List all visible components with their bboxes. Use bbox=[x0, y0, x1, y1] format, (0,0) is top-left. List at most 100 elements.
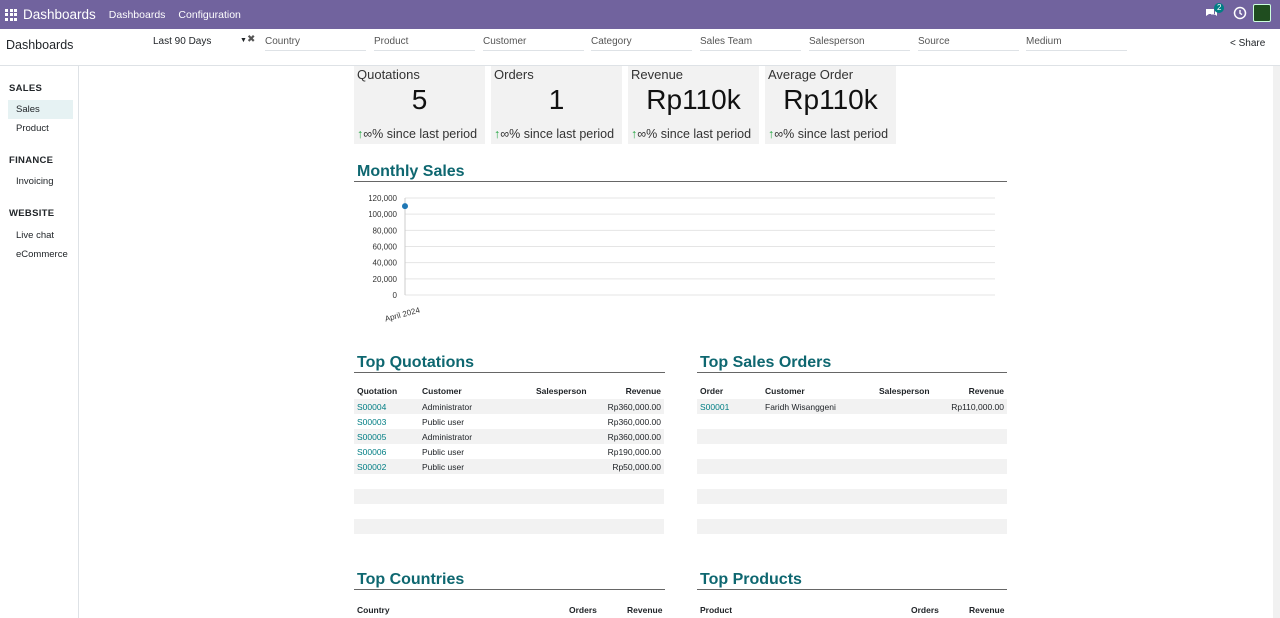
y-tick-label: 20,000 bbox=[373, 275, 398, 284]
table-cell: Rp190,000.00 bbox=[607, 447, 661, 457]
dashboard-sidebar: SALES Sales Product FINANCE Invoicing WE… bbox=[0, 66, 79, 618]
app-brand[interactable]: Dashboards bbox=[23, 7, 96, 22]
column-header-orders[interactable]: Orders bbox=[569, 605, 597, 615]
sidebar-item-live-chat[interactable]: Live chat bbox=[8, 226, 73, 245]
table-row-stripe bbox=[697, 429, 1007, 444]
table-cell: Rp50,000.00 bbox=[612, 462, 661, 472]
monthly-sales-chart[interactable]: 120,000 100,000 80,000 60,000 40,000 20,000 0 A… bbox=[369, 191, 1009, 326]
x-tick-label: April 2024 bbox=[384, 305, 422, 323]
record-link[interactable]: S00003 bbox=[357, 417, 386, 427]
chart-data-point[interactable] bbox=[402, 203, 408, 210]
record-link[interactable]: S00006 bbox=[357, 447, 386, 457]
sidebar-item-product[interactable]: Product bbox=[8, 119, 73, 138]
y-tick-label: 80,000 bbox=[373, 226, 398, 235]
menu-configuration[interactable]: Configuration bbox=[178, 9, 240, 21]
filter-country[interactable]: Country bbox=[265, 36, 366, 51]
column-header-country[interactable]: Country bbox=[357, 605, 390, 615]
kpi-value: 5 bbox=[411, 84, 428, 115]
column-header-revenue[interactable]: Revenue bbox=[947, 386, 1004, 396]
section-divider bbox=[354, 372, 665, 373]
sidebar-item-ecommerce[interactable]: eCommerce bbox=[8, 245, 73, 264]
kpi-trend: ↑∞% since last period bbox=[494, 127, 614, 141]
clear-filter-icon[interactable]: ✖ bbox=[247, 34, 255, 45]
messaging-icon[interactable]: 2 bbox=[1205, 3, 1225, 22]
table-cell: Rp360,000.00 bbox=[607, 432, 661, 442]
page-title: Dashboards bbox=[6, 38, 74, 52]
kpi-trend: ↑∞% since last period bbox=[357, 127, 477, 141]
column-header-orders[interactable]: Orders bbox=[911, 605, 939, 615]
table-row-stripe bbox=[697, 519, 1007, 534]
kpi-trend: ↑∞% since last period bbox=[631, 127, 751, 141]
filter-category[interactable]: Category bbox=[591, 36, 692, 51]
sidebar-item-invoicing[interactable]: Invoicing bbox=[8, 172, 73, 191]
messaging-count-badge: 2 bbox=[1214, 3, 1225, 13]
sidebar-group-website: WEBSITE bbox=[9, 208, 55, 219]
section-title-top-products: Top Products bbox=[700, 571, 802, 588]
share-label: Share bbox=[1238, 38, 1266, 49]
activity-clock-icon[interactable] bbox=[1233, 6, 1247, 20]
filter-customer[interactable]: Customer bbox=[483, 36, 584, 51]
table-cell: Faridh Wisanggeni bbox=[765, 402, 836, 412]
apps-menu-icon[interactable] bbox=[5, 8, 17, 21]
y-tick-label: 0 bbox=[393, 291, 398, 300]
table-cell: Administrator bbox=[422, 402, 473, 412]
user-avatar[interactable] bbox=[1253, 4, 1271, 22]
share-button[interactable]: < Share bbox=[1230, 38, 1265, 49]
column-header-quotation[interactable]: Quotation bbox=[357, 386, 397, 396]
column-header-salesperson[interactable]: Salesperson bbox=[879, 386, 930, 396]
table-cell: Rp110,000.00 bbox=[951, 402, 1004, 412]
column-header-revenue[interactable]: Revenue bbox=[627, 605, 662, 615]
kpi-value: 1 bbox=[548, 84, 565, 115]
record-link[interactable]: S00002 bbox=[357, 462, 386, 472]
chevron-down-icon: ▼ bbox=[240, 37, 247, 44]
share-icon: < bbox=[1230, 38, 1236, 49]
table-cell: Public user bbox=[422, 462, 465, 472]
column-header-product[interactable]: Product bbox=[700, 605, 732, 615]
record-link[interactable]: S00001 bbox=[700, 402, 729, 412]
section-title-monthly-sales: Monthly Sales bbox=[357, 163, 465, 180]
filter-sales-team[interactable]: Sales Team bbox=[700, 36, 801, 51]
filter-salesperson[interactable]: Salesperson bbox=[809, 36, 910, 51]
kpi-trend-text: ∞% since last period bbox=[637, 127, 752, 141]
sidebar-item-sales[interactable]: Sales bbox=[8, 100, 73, 119]
table-cell: Rp360,000.00 bbox=[607, 417, 661, 427]
y-tick-label: 40,000 bbox=[373, 259, 398, 268]
kpi-value: Rp110k bbox=[783, 84, 878, 115]
date-filter-select[interactable]: Last 90 Days ▼ ✖ bbox=[153, 34, 256, 47]
column-header-customer[interactable]: Customer bbox=[422, 386, 462, 396]
table-cell: Rp360,000.00 bbox=[607, 402, 661, 412]
column-header-customer[interactable]: Customer bbox=[765, 386, 805, 396]
table-cell: Public user bbox=[422, 447, 465, 457]
filter-product[interactable]: Product bbox=[374, 36, 475, 51]
filter-medium[interactable]: Medium bbox=[1026, 36, 1127, 51]
table-cell: Administrator bbox=[422, 432, 473, 442]
control-panel: Dashboards Last 90 Days ▼ ✖ Country Prod… bbox=[0, 29, 1280, 66]
kpi-card-orders[interactable]: Orders 1 ↑∞% since last period bbox=[491, 66, 622, 144]
y-tick-label: 60,000 bbox=[373, 243, 398, 252]
kpi-card-average-order[interactable]: Average Order Rp110k ↑∞% since last peri… bbox=[765, 66, 896, 144]
table-row-stripe bbox=[697, 489, 1007, 504]
record-link[interactable]: S00005 bbox=[357, 432, 386, 442]
section-title-top-sales-orders: Top Sales Orders bbox=[700, 354, 832, 371]
vertical-scrollbar[interactable] bbox=[1273, 66, 1280, 618]
kpi-card-quotations[interactable]: Quotations 5 ↑∞% since last period bbox=[354, 66, 485, 144]
column-header-order[interactable]: Order bbox=[700, 386, 723, 396]
kpi-label: Average Order bbox=[768, 67, 854, 82]
table-cell: Public user bbox=[422, 417, 465, 427]
column-header-revenue[interactable]: Revenue bbox=[969, 605, 1004, 615]
sidebar-group-finance: FINANCE bbox=[9, 155, 54, 166]
filter-source[interactable]: Source bbox=[918, 36, 1019, 51]
kpi-label: Orders bbox=[494, 67, 534, 82]
kpi-trend-text: ∞% since last period bbox=[363, 127, 478, 141]
column-header-revenue[interactable]: Revenue bbox=[604, 386, 661, 396]
kpi-card-revenue[interactable]: Revenue Rp110k ↑∞% since last period bbox=[628, 66, 759, 144]
y-tick-label: 120,000 bbox=[369, 194, 398, 203]
kpi-value: Rp110k bbox=[646, 84, 741, 115]
record-link[interactable]: S00004 bbox=[357, 402, 386, 412]
section-divider bbox=[697, 372, 1007, 373]
menu-dashboards[interactable]: Dashboards bbox=[109, 9, 166, 21]
sidebar-group-sales: SALES bbox=[9, 83, 43, 94]
dashboard-content: Quotations 5 ↑∞% since last period Order… bbox=[79, 66, 1273, 618]
column-header-salesperson[interactable]: Salesperson bbox=[536, 386, 587, 396]
section-divider bbox=[354, 589, 665, 590]
